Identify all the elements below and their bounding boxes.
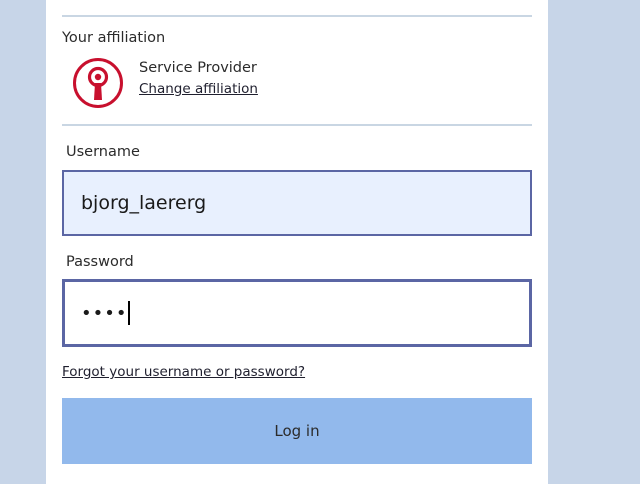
affiliation-heading: Your affiliation xyxy=(62,30,166,46)
middle-divider xyxy=(62,124,532,126)
login-card: Your affiliation Service Provider Change… xyxy=(46,0,548,484)
password-label: Password xyxy=(66,254,134,270)
username-input[interactable] xyxy=(62,170,532,236)
forgot-credentials-link[interactable]: Forgot your username or password? xyxy=(62,364,305,380)
change-affiliation-link[interactable]: Change affiliation xyxy=(139,81,258,97)
password-input[interactable]: •••• xyxy=(62,279,532,347)
top-divider xyxy=(62,15,532,17)
password-masked-value: •••• xyxy=(81,302,128,324)
affiliation-name: Service Provider xyxy=(139,60,257,76)
service-provider-logo-icon xyxy=(73,58,123,108)
username-label: Username xyxy=(66,144,140,160)
text-cursor xyxy=(128,301,131,325)
login-button[interactable]: Log in xyxy=(62,398,532,464)
